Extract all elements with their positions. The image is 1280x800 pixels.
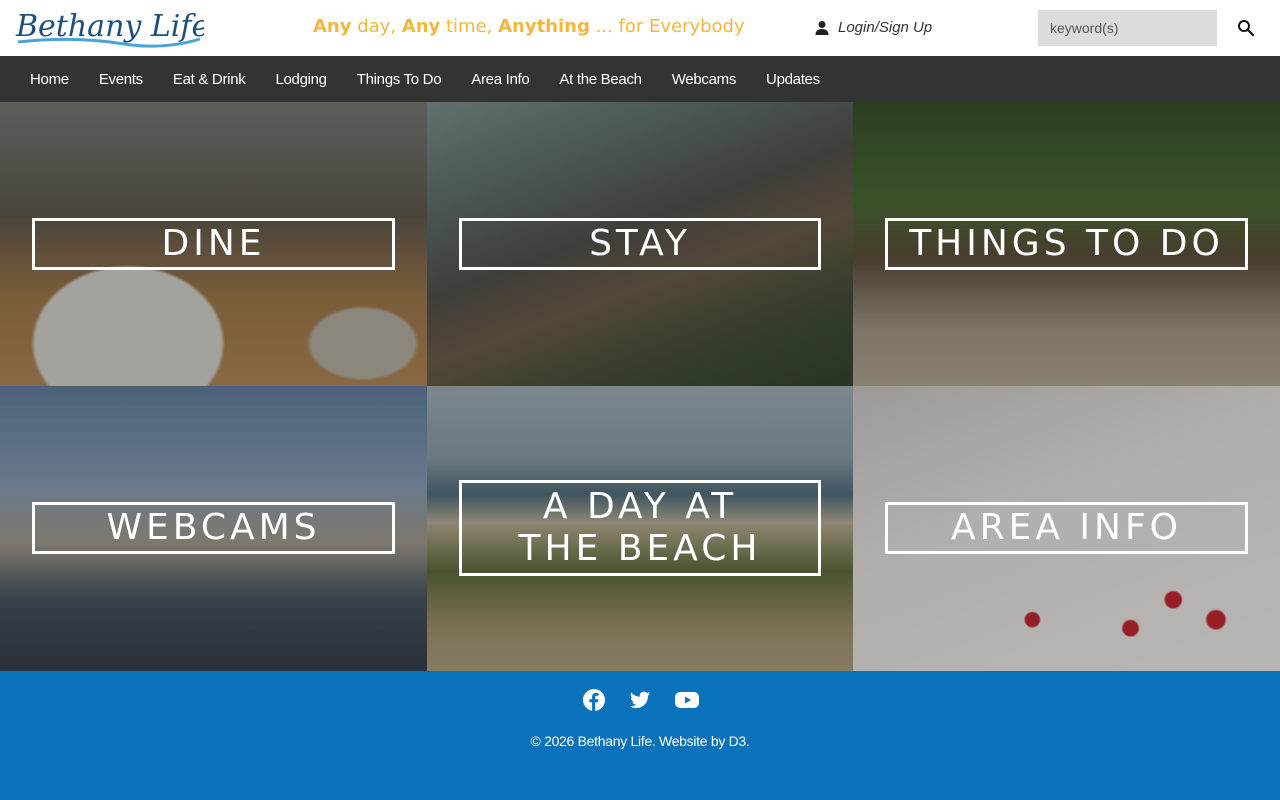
login-label: Login/Sign Up [838,19,933,36]
tile-day-at-the-beach[interactable]: A DAY AT THE BEACH [427,386,853,671]
nav-item-updates[interactable]: Updates [766,71,820,88]
tile-label-box: AREA INFO [885,502,1248,554]
tile-label: THINGS TO DO [909,223,1224,264]
main-nav: Home Events Eat & Drink Lodging Things T… [0,56,1280,102]
tile-label-box: WEBCAMS [32,502,395,554]
site-header: Bethany Life Any day, Any time, Anything… [0,0,1280,56]
tile-label: STAY [589,223,691,264]
nav-item-area-info[interactable]: Area Info [471,71,529,88]
user-icon [814,20,830,36]
site-tagline: Any day, Any time, Anything ... for Ever… [313,16,745,37]
tile-label-box: THINGS TO DO [885,218,1248,270]
nav-item-webcams[interactable]: Webcams [672,71,737,88]
site-footer: © 2026 Bethany Life. Website by D3. [0,671,1280,800]
tile-label: AREA INFO [950,507,1183,548]
site-logo[interactable]: Bethany Life [14,6,204,50]
youtube-icon[interactable] [675,689,699,711]
tile-label-box: DINE [32,218,395,270]
tile-area-info[interactable]: AREA INFO [853,386,1280,671]
tile-dine[interactable]: DINE [0,102,427,386]
nav-item-things-to-do[interactable]: Things To Do [357,71,442,88]
nav-item-eat-drink[interactable]: Eat & Drink [173,71,246,88]
nav-item-at-the-beach[interactable]: At the Beach [559,71,642,88]
tile-label: WEBCAMS [106,507,321,548]
nav-item-events[interactable]: Events [99,71,143,88]
search-input[interactable] [1038,10,1217,46]
tile-label: A DAY AT THE BEACH [518,486,762,569]
social-links [0,689,1280,711]
facebook-icon[interactable] [583,689,605,711]
copyright-text: © 2026 Bethany Life. Website by D3. [530,733,750,749]
nav-item-home[interactable]: Home [30,71,69,88]
tile-webcams[interactable]: WEBCAMS [0,386,427,671]
tile-things-to-do[interactable]: THINGS TO DO [853,102,1280,386]
category-tiles: DINE STAY THINGS TO DO WEBCAMS A DAY AT … [0,102,1280,671]
tile-stay[interactable]: STAY [427,102,853,386]
tile-label-box: A DAY AT THE BEACH [459,480,821,576]
tile-label: DINE [161,223,266,264]
search-icon[interactable] [1232,14,1260,42]
nav-item-lodging[interactable]: Lodging [275,71,327,88]
tile-label-box: STAY [459,218,821,270]
login-signup-link[interactable]: Login/Sign Up [814,19,932,36]
twitter-icon[interactable] [629,689,651,711]
